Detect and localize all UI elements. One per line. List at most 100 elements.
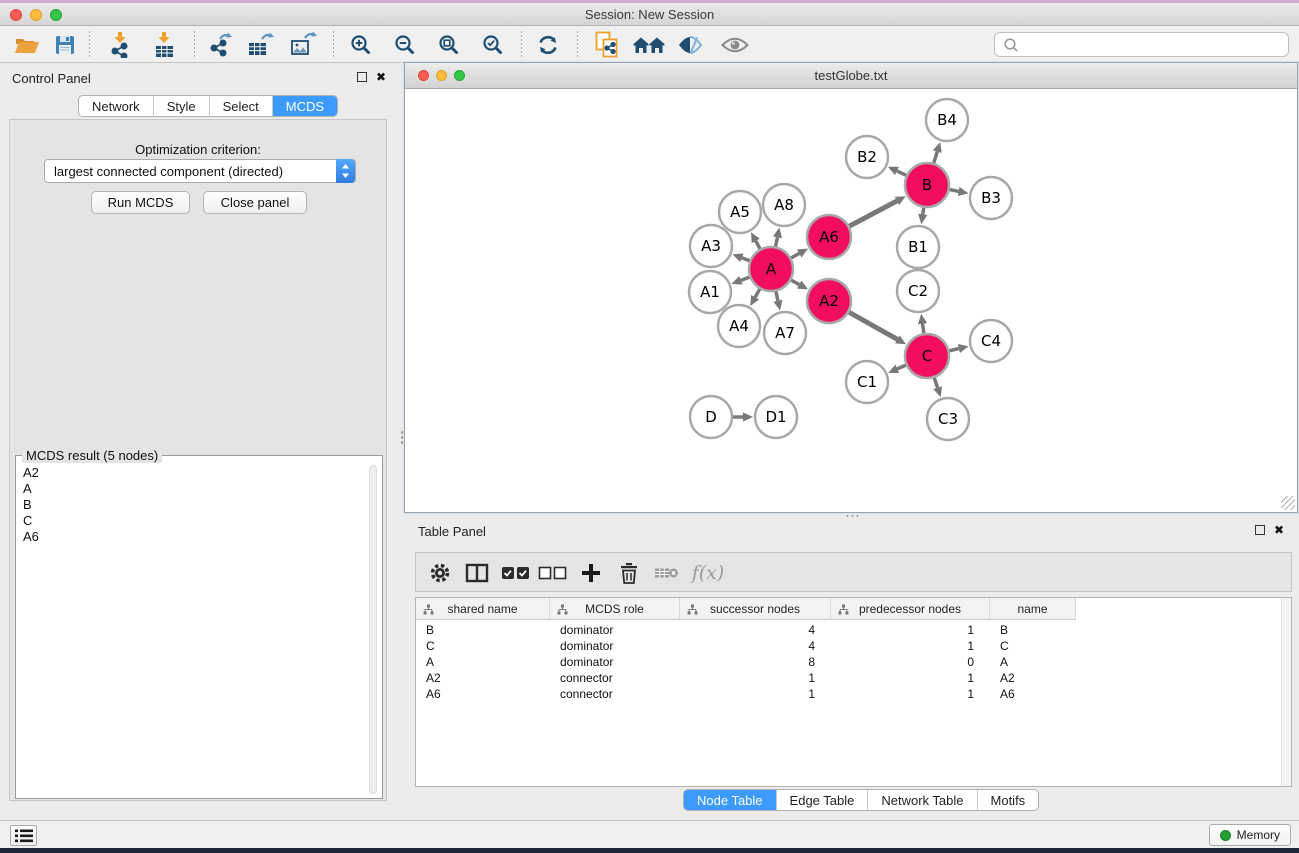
graph-edge-A-A1[interactable]	[741, 277, 750, 280]
import-network-icon[interactable]	[105, 31, 135, 59]
graph-node-A4[interactable]: A4	[718, 305, 760, 347]
column-header-name[interactable]: name	[990, 598, 1076, 620]
show-all-icon[interactable]	[720, 31, 750, 59]
search-input[interactable]	[1025, 37, 1280, 52]
hide-selected-icon[interactable]	[675, 31, 705, 59]
split-divider-handle[interactable]	[845, 514, 859, 518]
graph-node-A1[interactable]: A1	[689, 271, 731, 313]
graph-edge-B-B4[interactable]	[934, 152, 938, 163]
graph-edge-A-A4[interactable]	[755, 289, 760, 297]
split-divider-handle[interactable]	[400, 430, 404, 444]
result-item[interactable]: A6	[17, 529, 368, 545]
export-network-icon[interactable]	[205, 31, 235, 59]
table-row[interactable]: A6connector11A6	[416, 686, 1291, 702]
result-item[interactable]: C	[17, 513, 368, 529]
graph-node-C[interactable]: C	[905, 334, 949, 378]
graph-node-C2[interactable]: C2	[897, 270, 939, 312]
graph-edge-A-A5[interactable]	[756, 241, 760, 249]
graph-edge-C-C2[interactable]	[923, 324, 924, 334]
table-settings-icon[interactable]	[426, 559, 454, 587]
result-list-scrollbar[interactable]	[369, 465, 377, 794]
add-column-icon[interactable]	[576, 559, 606, 587]
tab-style[interactable]: Style	[153, 96, 209, 116]
column-header-successor-nodes[interactable]: successor nodes	[680, 598, 831, 620]
resize-grip-icon[interactable]	[1281, 496, 1295, 510]
duplicate-network-icon[interactable]	[592, 31, 622, 59]
export-image-icon[interactable]	[289, 31, 319, 59]
function-builder-icon[interactable]: f(x)	[688, 559, 728, 587]
graph-edge-A-A2[interactable]	[791, 280, 799, 284]
tab-select[interactable]: Select	[209, 96, 272, 116]
network-window-titlebar[interactable]: testGlobe.txt	[405, 63, 1297, 89]
import-table-icon[interactable]	[150, 31, 180, 59]
float-table-panel-icon[interactable]	[1255, 525, 1265, 535]
save-session-icon[interactable]	[50, 31, 80, 59]
split-view-icon[interactable]	[462, 559, 492, 587]
graph-node-B2[interactable]: B2	[846, 136, 888, 178]
tab-mcds[interactable]: MCDS	[272, 96, 337, 116]
refresh-icon[interactable]	[533, 31, 563, 59]
column-header-MCDS-role[interactable]: MCDS role	[550, 598, 680, 620]
table-row[interactable]: Adominator80A	[416, 654, 1291, 670]
graph-node-C1[interactable]: C1	[846, 361, 888, 403]
graph-node-C3[interactable]: C3	[927, 398, 969, 440]
graph-node-D[interactable]: D	[690, 396, 732, 438]
zoom-fit-icon[interactable]	[434, 31, 464, 59]
zoom-out-icon[interactable]	[390, 31, 420, 59]
graph-node-A7[interactable]: A7	[764, 312, 806, 354]
run-mcds-button[interactable]: Run MCDS	[91, 191, 190, 214]
result-item[interactable]: A2	[17, 465, 368, 481]
graph-node-B4[interactable]: B4	[926, 99, 968, 141]
first-neighbors-icon[interactable]	[631, 31, 667, 59]
tab-edge-table[interactable]: Edge Table	[776, 790, 868, 810]
search-field[interactable]	[994, 32, 1289, 57]
graph-node-C4[interactable]: C4	[970, 320, 1012, 362]
result-item[interactable]: B	[17, 497, 368, 513]
optimization-criterion-select[interactable]: largest connected component (directed)	[44, 159, 356, 183]
graph-edge-B-B3[interactable]	[950, 190, 959, 192]
memory-button[interactable]: Memory	[1209, 824, 1291, 846]
graph-node-A5[interactable]: A5	[719, 191, 761, 233]
delete-columns-icon[interactable]	[616, 559, 642, 587]
graph-edge-C-C3[interactable]	[934, 378, 937, 388]
graph-edge-A6-B[interactable]	[849, 201, 897, 226]
result-item[interactable]: A	[17, 481, 368, 497]
network-canvas[interactable]: B4B2BB3B1A5A8A6A3AA1A2A4A7C2C4CC1C3DD1	[405, 89, 1297, 512]
table-row[interactable]: A2connector11A2	[416, 670, 1291, 686]
column-header-predecessor-nodes[interactable]: predecessor nodes	[831, 598, 990, 620]
graph-edge-B-B2[interactable]	[897, 171, 906, 175]
tab-node-table[interactable]: Node Table	[684, 790, 776, 810]
table-scrollbar[interactable]	[1281, 598, 1291, 786]
graph-node-A8[interactable]: A8	[763, 184, 805, 226]
export-table-icon[interactable]	[246, 31, 276, 59]
select-all-icon[interactable]	[499, 559, 533, 587]
graph-edge-A-A8[interactable]	[776, 237, 778, 246]
graph-edge-A-A6[interactable]	[791, 253, 799, 257]
graph-node-D1[interactable]: D1	[755, 396, 797, 438]
graph-edge-A-A7[interactable]	[776, 291, 778, 300]
close-panel-button[interactable]: Close panel	[203, 191, 307, 214]
graph-edge-A-A3[interactable]	[742, 258, 750, 261]
table-row[interactable]: Bdominator41B	[416, 622, 1291, 638]
zoom-selected-icon[interactable]	[478, 31, 508, 59]
close-table-panel-icon[interactable]: ✖	[1274, 524, 1284, 536]
graph-node-A[interactable]: A	[749, 247, 793, 291]
graph-edge-C-C4[interactable]	[949, 349, 958, 351]
tab-network[interactable]: Network	[79, 96, 153, 116]
graph-edge-C-C1[interactable]	[897, 365, 906, 369]
graph-node-A2[interactable]: A2	[807, 279, 851, 323]
close-panel-icon[interactable]: ✖	[376, 71, 386, 83]
delete-table-icon[interactable]	[652, 559, 682, 587]
graph-node-B1[interactable]: B1	[897, 226, 939, 268]
graph-node-A3[interactable]: A3	[690, 225, 732, 267]
float-panel-icon[interactable]	[357, 72, 367, 82]
graph-node-B[interactable]: B	[905, 163, 949, 207]
task-history-button[interactable]	[10, 825, 37, 846]
zoom-in-icon[interactable]	[346, 31, 376, 59]
graph-edge-B-B1[interactable]	[923, 208, 924, 215]
graph-edge-A2-C[interactable]	[849, 312, 897, 339]
graph-node-B3[interactable]: B3	[970, 177, 1012, 219]
deselect-all-icon[interactable]	[536, 559, 570, 587]
column-header-shared-name[interactable]: shared name	[416, 598, 550, 620]
open-file-icon[interactable]	[12, 31, 42, 59]
